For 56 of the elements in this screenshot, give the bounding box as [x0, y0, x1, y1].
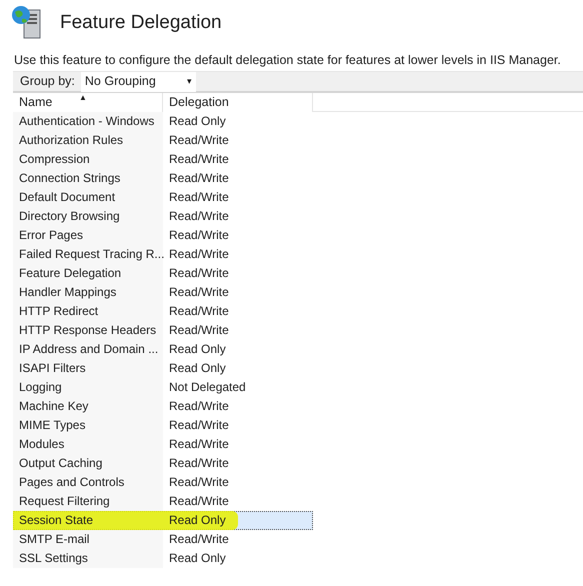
- page-title: Feature Delegation: [60, 12, 222, 32]
- delegation-value: Read/Write: [169, 284, 229, 301]
- delegation-value: Read/Write: [169, 227, 229, 244]
- delegation-value: Read/Write: [169, 208, 229, 225]
- delegation-value: Read Only: [169, 512, 226, 529]
- delegation-value: Read/Write: [169, 417, 229, 434]
- feature-name: Directory Browsing: [19, 208, 120, 225]
- delegation-value: Read/Write: [169, 455, 229, 472]
- delegation-value: Read/Write: [169, 493, 229, 510]
- delegation-value: Read/Write: [169, 132, 229, 149]
- column-header[interactable]: Name ▲: [13, 93, 163, 112]
- delegation-value: Read/Write: [169, 303, 229, 320]
- feature-name: Modules: [19, 436, 64, 453]
- description-text: Use this feature to configure the default delegation state for features at lower levels in IIS Manager.: [14, 52, 562, 68]
- feature-name: Machine Key: [19, 398, 88, 415]
- feature-name: Authorization Rules: [19, 132, 124, 149]
- group-by-label: Group by:: [20, 73, 75, 90]
- feature-name: Session State: [19, 512, 94, 529]
- delegation-value: Read/Write: [169, 151, 229, 168]
- feature-name: Handler Mappings: [19, 284, 116, 301]
- feature-name: HTTP Redirect: [19, 303, 98, 320]
- feature-name: Pages and Controls: [19, 474, 124, 491]
- delegation-value: Read/Write: [169, 170, 229, 187]
- delegation-value: Read Only: [169, 341, 226, 358]
- feature-name: Default Document: [19, 189, 116, 206]
- feature-name: HTTP Response Headers: [19, 322, 156, 339]
- feature-name: Output Caching: [19, 455, 102, 472]
- delegation-value: Read Only: [169, 113, 226, 130]
- group-by-dropdown[interactable]: No Grouping ▾: [80, 72, 196, 92]
- feature-name: SSL Settings: [19, 550, 88, 567]
- delegation-value: Read/Write: [169, 322, 229, 339]
- feature-name: Error Pages: [19, 227, 84, 244]
- feature-name: SMTP E-mail: [19, 531, 90, 548]
- feature-name: IP Address and Domain ...: [19, 341, 158, 358]
- delegation-value: Read/Write: [169, 265, 229, 282]
- delegation-value: Read/Write: [169, 531, 229, 548]
- feature-name: Compression: [19, 151, 90, 168]
- sort-indicator: ▲: [79, 93, 87, 103]
- feature-name: MIME Types: [19, 417, 86, 434]
- delegation-value: Read/Write: [169, 474, 229, 491]
- column-header[interactable]: Delegation: [163, 93, 313, 112]
- delegation-value: Read Only: [169, 360, 226, 377]
- feature-name: Request Filtering: [19, 493, 110, 510]
- delegation-value: Not Delegated: [169, 379, 246, 396]
- delegation-value: Read/Write: [169, 246, 229, 263]
- feature-name: ISAPI Filters: [19, 360, 86, 377]
- feature-name: Logging: [19, 379, 62, 396]
- feature-name: Feature Delegation: [19, 265, 122, 282]
- feature-name: Failed Request Tracing R...: [19, 246, 164, 263]
- delegation-value: Read/Write: [169, 398, 229, 415]
- feature-name: Connection Strings: [19, 170, 120, 187]
- delegation-value: Read Only: [169, 550, 226, 567]
- delegation-value: Read/Write: [169, 189, 229, 206]
- table-row[interactable]: Session State Read Only: [13, 511, 313, 530]
- delegation-value: Read/Write: [169, 436, 229, 453]
- feature-name: Authentication - Windows: [19, 113, 154, 130]
